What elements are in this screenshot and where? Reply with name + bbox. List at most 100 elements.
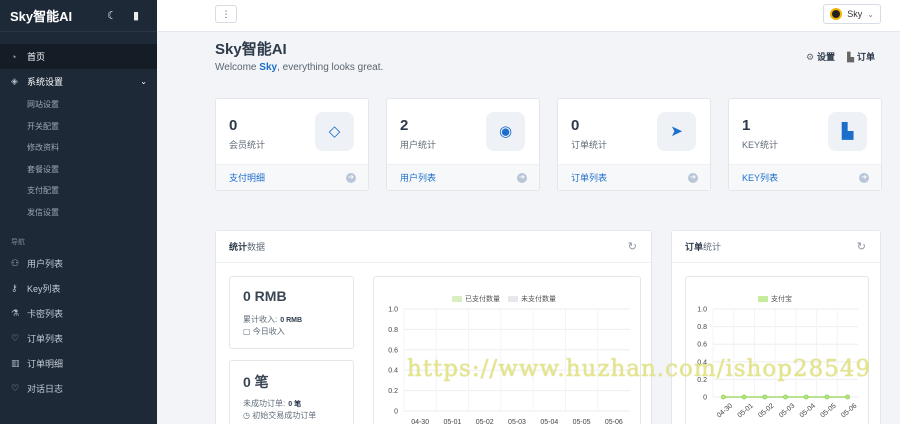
user-menu-button[interactable]: Sky ⌄	[823, 4, 881, 24]
sidebar-item-orders[interactable]: ♡ 订单列表	[0, 326, 157, 351]
revenue-amount: 0 RMB	[243, 288, 287, 304]
arrow-right-icon: ➜	[517, 173, 527, 183]
data-point	[824, 394, 830, 400]
sidebar-item-keys[interactable]: ⚷ Key列表	[0, 276, 157, 301]
chevron-down-icon: ⌄	[867, 9, 874, 19]
sidebar-item-label: 用户列表	[27, 259, 64, 269]
sidebar-item-home[interactable]: ◔ 首页	[0, 44, 157, 69]
sidebar-item-system-settings[interactable]: ◈ 系统设置 ⌄	[0, 69, 157, 94]
sidebar-item-label: 对话日志	[27, 384, 64, 394]
orders-amount: 0 笔	[243, 374, 269, 390]
orders-panel: 订单统计 ↻ 支付宝 1.0 0.8 0.6 0.4 0.2 0 04-30 05-01 05-…	[671, 230, 881, 424]
sidebar-subitem-profile[interactable]: 修改资料	[0, 137, 157, 159]
arrow-right-icon: ➜	[346, 173, 356, 183]
square-icon: ▢	[243, 327, 251, 336]
revenue-today: ▢ 今日收入	[243, 326, 285, 337]
diamond-icon: ◇	[315, 112, 354, 151]
user-circle-icon: ◉	[486, 112, 525, 151]
stats-panel: 统计数据 ↻ 0 RMB 累计收入: 0 RMB ▢ 今日收入 0 笔 未成功订单…	[215, 230, 652, 424]
y-tick-label: 0.8	[697, 324, 707, 331]
data-point	[741, 394, 747, 400]
revenue-total: 累计收入: 0 RMB	[243, 314, 302, 325]
orders-link[interactable]: ▙ 订单	[847, 50, 875, 63]
revenue-total-value: 0 RMB	[280, 317, 303, 324]
layers-icon: ◈	[11, 76, 18, 86]
sidebar-subitem-mail[interactable]: 发信设置	[0, 202, 157, 224]
data-point	[762, 394, 768, 400]
orders-label: 订单	[856, 52, 875, 62]
dashboard-icon: ◔	[11, 51, 17, 62]
pin-icon[interactable]: ▮	[133, 9, 139, 22]
y-tick-label: 0.2	[388, 388, 398, 395]
columns-icon: ▥	[11, 358, 20, 368]
panel-title-bold: 统计	[229, 242, 248, 252]
sidebar-subitem-plans[interactable]: 套餐设置	[0, 159, 157, 181]
sidebar-item-order-details[interactable]: ▥ 订单明细	[0, 351, 157, 376]
app-logo[interactable]: Sky智能AI	[10, 6, 72, 25]
welcome-prefix: Welcome	[215, 62, 260, 73]
sidebar-item-label: 卡密列表	[27, 309, 64, 319]
sidebar-subitem-site[interactable]: 网站设置	[0, 94, 157, 116]
users-icon: ⚇	[11, 258, 20, 268]
header-actions: ⚙ 设置 ▙ 订单	[806, 50, 875, 63]
bar-chart-plot: 1.0 0.8 0.6 0.4 0.2 0 04-30 05-01 05-02 05-03 05-0…	[388, 307, 630, 424]
sidebar-subitem-switch[interactable]: 开关配置	[0, 116, 157, 138]
y-tick-label: 0	[703, 395, 707, 402]
orders-failed-label: 未成功订单:	[243, 399, 286, 408]
stat-label: KEY统计	[742, 140, 779, 150]
stat-link-label: 订单列表	[571, 173, 608, 183]
sidebar-subitem-payment[interactable]: 支付配置	[0, 180, 157, 202]
x-tick-label: 05-04	[799, 402, 817, 419]
orders-bar-chart: 已支付数量 未支付数量 1.0 0.8 0.6 0.4 0.2 0 04-30 05-01 05…	[373, 276, 641, 424]
orders-failed: 未成功订单: 0 笔	[243, 398, 301, 409]
avatar	[830, 8, 843, 20]
stat-value: 1	[742, 117, 751, 134]
stat-value: 2	[400, 117, 409, 134]
stat-card-link[interactable]: 支付明细 ➜	[216, 164, 368, 190]
chevron-down-icon: ⌄	[140, 77, 147, 86]
sidebar-item-users[interactable]: ⚇ 用户列表	[0, 251, 157, 276]
orders-panel-title: 订单统计 ↻	[672, 231, 880, 263]
panel-title-rest: 数据	[247, 242, 266, 252]
stat-card-link[interactable]: 订单列表 ➜	[558, 164, 710, 190]
payments-line-chart: 支付宝 1.0 0.8 0.6 0.4 0.2 0 04-30 05-01 05-02 05-03…	[685, 276, 869, 424]
sidebar-section-label: 导航	[11, 239, 25, 246]
sidebar-header: Sky智能AI ☾ ▮	[0, 0, 157, 32]
x-tick-label: 05-06	[605, 419, 623, 424]
stat-card-link[interactable]: KEY列表 ➜	[729, 164, 881, 190]
y-tick-label: 0.6	[388, 347, 398, 354]
x-tick-label: 05-03	[778, 402, 796, 419]
settings-link[interactable]: ⚙ 设置	[806, 50, 835, 63]
sidebar-item-cards[interactable]: ⚗ 卡密列表	[0, 301, 157, 326]
heart-icon: ♡	[11, 333, 20, 343]
sidebar-item-label: Key列表	[27, 284, 61, 294]
stat-card-users: 2 用户统计 ◉ 用户列表 ➜	[386, 98, 540, 191]
sidebar-item-label: 首页	[27, 52, 46, 62]
more-menu-button[interactable]: ⋮	[215, 5, 237, 23]
orders-box: 0 笔 未成功订单: 0 笔 ◷ 初始交易成功订单	[229, 360, 354, 424]
lab-icon: ⚗	[11, 308, 20, 318]
bar-chart-icon: ▙	[828, 112, 867, 151]
stat-label: 用户统计	[400, 140, 437, 150]
orders-initial-label: 初始交易成功订单	[252, 411, 317, 420]
sidebar-item-label: 系统设置	[27, 77, 64, 87]
stat-link-label: 支付明细	[229, 173, 266, 183]
stat-card-orders: 0 订单统计 ➤ 订单列表 ➜	[557, 98, 711, 191]
stat-label: 订单统计	[571, 140, 608, 150]
key-icon: ⚷	[11, 283, 18, 293]
refresh-icon[interactable]: ↻	[628, 231, 637, 263]
revenue-today-label: 今日收入	[252, 327, 285, 336]
y-tick-label: 0	[394, 409, 398, 416]
data-point	[720, 394, 726, 400]
stat-value: 0	[229, 117, 238, 134]
x-tick-label: 05-01	[443, 419, 461, 424]
x-tick-label: 05-02	[476, 419, 494, 424]
user-name: Sky	[847, 9, 863, 19]
x-tick-label: 05-04	[540, 419, 558, 424]
y-tick-label: 1.0	[388, 307, 398, 314]
moon-icon[interactable]: ☾	[107, 9, 117, 22]
refresh-icon[interactable]: ↻	[857, 231, 866, 263]
stat-card-link[interactable]: 用户列表 ➜	[387, 164, 539, 190]
data-point	[783, 394, 788, 400]
sidebar-item-chat-logs[interactable]: ♡ 对话日志	[0, 376, 157, 401]
